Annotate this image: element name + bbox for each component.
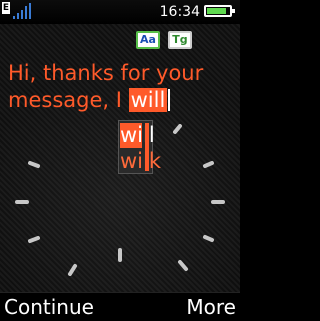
battery-level-fill: [207, 8, 226, 14]
text-cursor: [168, 89, 171, 111]
case-mode-badge[interactable]: Aa: [136, 31, 160, 49]
signal-icon: [13, 3, 31, 19]
continue-softkey[interactable]: Continue: [4, 293, 94, 321]
status-bar: E 16:34: [0, 0, 240, 24]
language-mode-badge[interactable]: Tg: [168, 31, 192, 49]
battery-icon: [204, 5, 235, 17]
suggestion-list[interactable]: will wilk: [118, 120, 161, 174]
message-line-2-text: message, I: [8, 88, 129, 112]
sim-icon: E: [2, 2, 10, 14]
softkey-bar: Continue More: [0, 292, 240, 321]
phone-screen: E 16:34 Aa Tg Hi, thanks for your messag…: [0, 0, 240, 321]
message-line-2: message, I will: [8, 87, 233, 114]
suggestion-scrollbar[interactable]: [145, 123, 149, 171]
current-word-highlight: will: [128, 88, 168, 112]
suggestion-item-selected[interactable]: will: [120, 123, 155, 148]
clock-time: 16:34: [159, 4, 200, 20]
suggestion-item[interactable]: wilk: [120, 149, 161, 174]
message-line-1: Hi, thanks for your: [8, 61, 204, 85]
message-text-area[interactable]: Hi, thanks for your message, I will: [8, 60, 233, 114]
more-softkey[interactable]: More: [186, 293, 236, 321]
